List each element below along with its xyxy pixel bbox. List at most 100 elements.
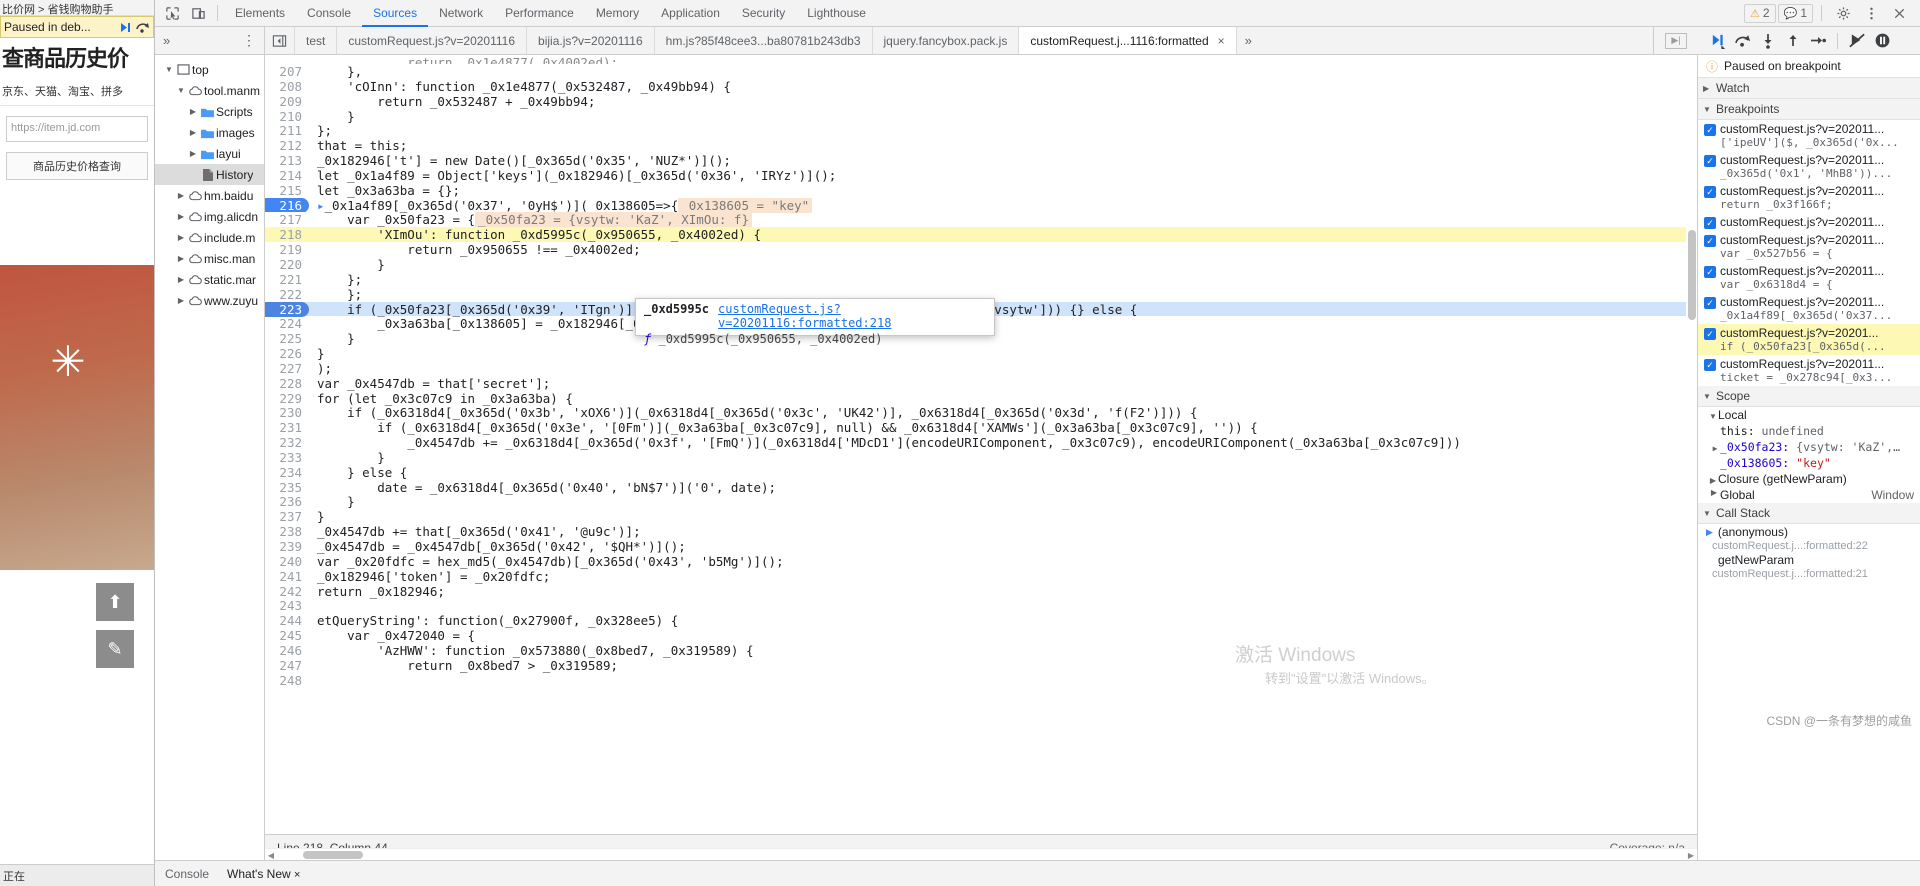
tree-item-scripts[interactable]: ▶ Scripts xyxy=(155,101,264,122)
scrollbar-thumb[interactable] xyxy=(303,851,363,859)
drawer-tab-console[interactable]: Console xyxy=(165,867,209,881)
url-input[interactable]: https://item.jd.com xyxy=(6,116,148,142)
step-over-button[interactable] xyxy=(1731,29,1755,53)
tree-item-include-m[interactable]: ▶ include.m xyxy=(155,227,264,248)
file-tab-bijia[interactable]: bijia.js?v=20201116 xyxy=(527,27,655,54)
line-number[interactable]: 233 xyxy=(265,450,309,465)
step-into-button[interactable] xyxy=(1756,29,1780,53)
scope-variable-0x50fa23[interactable]: ▶_0x50fa23: {vsytw: 'KaZ',… xyxy=(1698,439,1920,455)
breakpoint-checkbox[interactable]: ✓ xyxy=(1704,328,1716,340)
price-query-button[interactable]: 商品历史价格查询 xyxy=(6,152,148,180)
breakpoint-checkbox[interactable]: ✓ xyxy=(1704,124,1716,136)
pause-on-exceptions-button[interactable] xyxy=(1870,29,1894,53)
tree-item-img-alicdn[interactable]: ▶ img.alicdn xyxy=(155,206,264,227)
drawer-tab-whats-new[interactable]: What's New × xyxy=(227,867,300,881)
file-tab-hm[interactable]: hm.js?85f48cee3...ba80781b243db3 xyxy=(655,27,873,54)
step-over-icon[interactable] xyxy=(135,20,151,35)
tab-console[interactable]: Console xyxy=(296,0,362,27)
tree-item-misc-man[interactable]: ▶ misc.man xyxy=(155,248,264,269)
file-tab-customrequest-formatted[interactable]: customRequest.j...1116:formatted × xyxy=(1019,27,1236,54)
chevron-right-icon[interactable]: ▶ xyxy=(175,275,187,284)
breakpoint-item[interactable]: ✓ customRequest.js?v=202011... return _0… xyxy=(1698,182,1920,213)
line-number[interactable]: 214 xyxy=(265,168,309,183)
section-header-watch[interactable]: ▶ Watch xyxy=(1698,78,1920,99)
line-number[interactable]: 213 xyxy=(265,153,309,168)
messages-badge[interactable]: 💬 1 xyxy=(1778,4,1813,23)
line-number[interactable]: 223 xyxy=(265,302,309,317)
chevron-right-icon[interactable]: ▶ xyxy=(1708,488,1720,502)
code-editor[interactable]: return _0x1e4877(_0x4002ed); 207 }, 208 … xyxy=(265,55,1698,860)
scroll-right-arrow-icon[interactable]: ▶ xyxy=(1685,849,1697,860)
line-number[interactable]: 225 xyxy=(265,331,309,346)
breakpoint-item[interactable]: ✓ customRequest.js?v=202011... var _0x63… xyxy=(1698,262,1920,293)
line-number[interactable]: 230 xyxy=(265,405,309,420)
line-number[interactable]: 209 xyxy=(265,94,309,109)
scope-group-local[interactable]: ▼Local xyxy=(1698,407,1920,423)
device-toolbar-icon[interactable] xyxy=(185,1,211,25)
tab-performance[interactable]: Performance xyxy=(494,0,585,27)
show-debugger-sidebar-button[interactable]: ▶| xyxy=(1654,27,1698,54)
section-header-call-stack[interactable]: ▼ Call Stack xyxy=(1698,503,1920,524)
breakpoint-item[interactable]: ✓ customRequest.js?v=202011... _0x365d('… xyxy=(1698,151,1920,182)
line-number[interactable]: 235 xyxy=(265,480,309,495)
tree-item-images[interactable]: ▶ images xyxy=(155,122,264,143)
line-number[interactable]: 236 xyxy=(265,494,309,509)
resume-button[interactable] xyxy=(1706,29,1730,53)
file-tab-customrequest[interactable]: customRequest.js?v=20201116 xyxy=(337,27,527,54)
line-number[interactable]: 224 xyxy=(265,316,309,331)
line-number[interactable]: 207 xyxy=(265,64,309,79)
tab-application[interactable]: Application xyxy=(650,0,731,27)
tree-item-layui[interactable]: ▶ layui xyxy=(155,143,264,164)
tree-item-static-mar[interactable]: ▶ static.mar xyxy=(155,269,264,290)
line-number[interactable]: 246 xyxy=(265,643,309,658)
chevron-down-icon[interactable]: ▼ xyxy=(1703,392,1712,401)
line-number[interactable]: 242 xyxy=(265,584,309,599)
line-number[interactable]: 239 xyxy=(265,539,309,554)
chevron-down-icon[interactable]: ▼ xyxy=(1708,412,1718,421)
close-icon[interactable]: × xyxy=(1218,34,1225,48)
line-number[interactable]: 211 xyxy=(265,123,309,138)
breakpoint-checkbox[interactable]: ✓ xyxy=(1704,186,1716,198)
breakpoint-item-active[interactable]: ✓ customRequest.js?v=20201... if (_0x50f… xyxy=(1698,324,1920,355)
navigator-more-tabs-icon[interactable]: » xyxy=(163,33,170,48)
chevron-right-icon[interactable]: ▶ xyxy=(187,107,199,116)
tab-memory[interactable]: Memory xyxy=(585,0,650,27)
chevron-right-icon[interactable]: ▶ xyxy=(175,233,187,242)
step-out-button[interactable] xyxy=(1781,29,1805,53)
section-header-breakpoints[interactable]: ▼ Breakpoints xyxy=(1698,99,1920,120)
breakpoint-item[interactable]: ✓ customRequest.js?v=202011... ticket = … xyxy=(1698,355,1920,386)
line-number[interactable]: 247 xyxy=(265,658,309,673)
section-header-scope[interactable]: ▼ Scope xyxy=(1698,386,1920,407)
code-lines[interactable]: return _0x1e4877(_0x4002ed); 207 }, 208 … xyxy=(265,55,1697,834)
step-button[interactable] xyxy=(1806,29,1830,53)
line-number[interactable]: 215 xyxy=(265,183,309,198)
line-number[interactable]: 208 xyxy=(265,79,309,94)
kebab-icon[interactable] xyxy=(1858,1,1884,25)
line-number[interactable]: 212 xyxy=(265,138,309,153)
gear-icon[interactable] xyxy=(1830,1,1856,25)
chevron-right-icon[interactable]: ▶ xyxy=(187,128,199,137)
line-number[interactable]: 240 xyxy=(265,554,309,569)
line-number[interactable]: 220 xyxy=(265,257,309,272)
line-number[interactable]: 232 xyxy=(265,435,309,450)
tab-security[interactable]: Security xyxy=(731,0,796,27)
chevron-down-icon[interactable]: ▼ xyxy=(163,65,175,74)
tree-item-hm-baidu[interactable]: ▶ hm.baidu xyxy=(155,185,264,206)
breakpoint-checkbox[interactable]: ✓ xyxy=(1704,297,1716,309)
scroll-left-arrow-icon[interactable]: ◀ xyxy=(265,849,277,860)
chevron-down-icon[interactable]: ▼ xyxy=(1703,509,1712,518)
tab-network[interactable]: Network xyxy=(428,0,494,27)
breakpoint-item[interactable]: ✓ customRequest.js?v=202011... ['ipeUV']… xyxy=(1698,120,1920,151)
call-stack-frame-current[interactable]: ▶ (anonymous) xyxy=(1698,524,1920,540)
line-number[interactable]: 218 xyxy=(265,227,309,242)
breakpoint-checkbox[interactable]: ✓ xyxy=(1704,235,1716,247)
chevron-right-icon[interactable]: ▶ xyxy=(1710,444,1720,453)
tree-item-history[interactable]: ▶ History xyxy=(155,164,264,185)
warnings-badge[interactable]: ⚠ 2 xyxy=(1744,4,1776,23)
cursor-select-icon[interactable] xyxy=(159,1,185,25)
breakpoint-checkbox[interactable]: ✓ xyxy=(1704,155,1716,167)
line-number[interactable]: 237 xyxy=(265,509,309,524)
breakpoint-checkbox[interactable]: ✓ xyxy=(1704,266,1716,278)
file-tabs-overflow-icon[interactable]: » xyxy=(1237,27,1260,54)
chevron-right-icon[interactable]: ▶ xyxy=(175,254,187,263)
